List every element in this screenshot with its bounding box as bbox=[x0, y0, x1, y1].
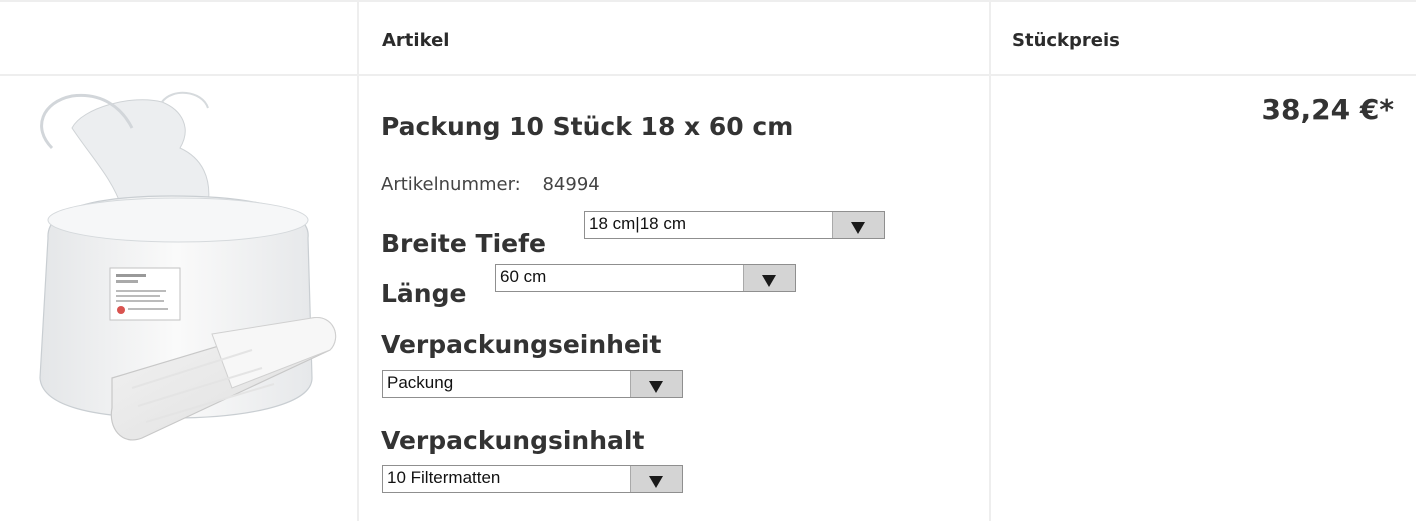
length-select[interactable]: 60 cm bbox=[495, 264, 796, 292]
chevron-down-icon bbox=[649, 381, 663, 393]
product-image[interactable] bbox=[12, 88, 348, 456]
option-label-width-depth: Breite Tiefe bbox=[381, 229, 546, 258]
chevron-down-icon bbox=[762, 275, 776, 287]
article-number-value: 84994 bbox=[542, 174, 600, 195]
packaging-unit-select[interactable]: Packung bbox=[382, 370, 683, 398]
product-table: Artikel Stückpreis Packung 10 Stück 18 x… bbox=[0, 0, 1416, 521]
length-select-value: 60 cm bbox=[500, 267, 547, 286]
header-unit-price: Stückpreis bbox=[1012, 30, 1120, 51]
column-divider-image-article bbox=[357, 0, 359, 521]
filter-mat-package-image bbox=[39, 91, 337, 441]
unit-price: 38,24 €* bbox=[1261, 93, 1394, 126]
packaging-unit-select-button[interactable] bbox=[630, 371, 682, 397]
length-select-button[interactable] bbox=[743, 265, 795, 291]
option-label-packaging-content: Verpackungsinhalt bbox=[381, 426, 645, 455]
header-bottom-border bbox=[0, 74, 1416, 76]
width-depth-select[interactable]: 18 cm|18 cm bbox=[584, 211, 885, 239]
option-label-length: Länge bbox=[381, 279, 467, 308]
chevron-down-icon bbox=[649, 476, 663, 488]
chevron-down-icon bbox=[851, 222, 865, 234]
option-label-packaging-unit: Verpackungseinheit bbox=[381, 330, 662, 359]
packaging-content-select-value: 10 Filtermatten bbox=[387, 468, 501, 487]
width-depth-select-value: 18 cm|18 cm bbox=[589, 214, 687, 233]
product-title[interactable]: Packung 10 Stück 18 x 60 cm bbox=[381, 112, 793, 141]
header-top-border bbox=[0, 0, 1416, 2]
packaging-content-select[interactable]: 10 Filtermatten bbox=[382, 465, 683, 493]
header-article: Artikel bbox=[382, 30, 450, 51]
column-divider-article-price bbox=[989, 0, 991, 521]
article-number-row: Artikelnummer: 84994 bbox=[381, 174, 600, 195]
article-number-label: Artikelnummer: bbox=[381, 174, 521, 195]
width-depth-select-button[interactable] bbox=[832, 212, 884, 238]
packaging-content-select-button[interactable] bbox=[630, 466, 682, 492]
packaging-unit-select-value: Packung bbox=[387, 373, 454, 392]
